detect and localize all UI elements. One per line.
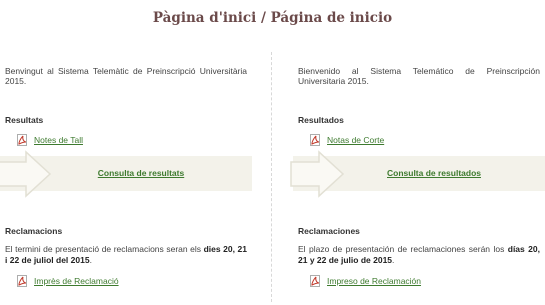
results-heading: Resultats — [5, 115, 44, 125]
pdf-icon — [17, 134, 28, 146]
intro-text: Benvingut al Sistema Telemàtic de Preins… — [5, 66, 247, 86]
claims-link-label[interactable]: Imprès de Reclamació — [34, 276, 119, 286]
page-title: Pàgina d'inici / Página de inicio — [152, 10, 393, 26]
claims-link-label[interactable]: Impreso de Reclamación — [327, 276, 421, 286]
claims-heading: Reclamaciones — [298, 226, 360, 236]
claims-text-start: El plazo de presentación de reclamacione… — [298, 244, 508, 254]
impreso-reclamacion-link[interactable]: Impreso de Reclamación — [310, 275, 421, 287]
catalan-column: Benvingut al Sistema Telemàtic de Preins… — [0, 40, 252, 305]
consulta-resultats-link[interactable]: Consulta de resultats — [0, 168, 252, 178]
claims-text-start: El termini de presentació de reclamacion… — [5, 244, 204, 254]
results-link-label[interactable]: Notes de Tall — [34, 135, 83, 145]
claims-text-end: . — [392, 254, 395, 265]
claims-text: El termini de presentació de reclamacion… — [5, 244, 247, 265]
consulta-resultados-link[interactable]: Consulta de resultados — [293, 168, 545, 178]
pdf-icon — [310, 275, 321, 287]
consult-banner: Consulta de resultats — [0, 150, 252, 198]
claims-text-end: . — [89, 254, 92, 265]
results-link-label[interactable]: Notas de Corte — [327, 135, 384, 145]
spanish-column: Bienvenido al Sistema Telemático de Prei… — [290, 40, 545, 305]
claims-text: El plazo de presentación de reclamacione… — [298, 244, 540, 265]
notes-de-tall-link[interactable]: Notes de Tall — [17, 134, 83, 146]
column-divider — [271, 52, 272, 302]
consult-banner: Consulta de resultados — [290, 150, 545, 198]
pdf-icon — [17, 275, 28, 287]
pdf-icon — [310, 134, 321, 146]
notas-de-corte-link[interactable]: Notas de Corte — [310, 134, 384, 146]
intro-text: Bienvenido al Sistema Telemático de Prei… — [298, 66, 540, 86]
claims-heading: Reclamacions — [5, 226, 63, 236]
impres-reclamacio-link[interactable]: Imprès de Reclamació — [17, 275, 119, 287]
results-heading: Resultados — [298, 115, 344, 125]
